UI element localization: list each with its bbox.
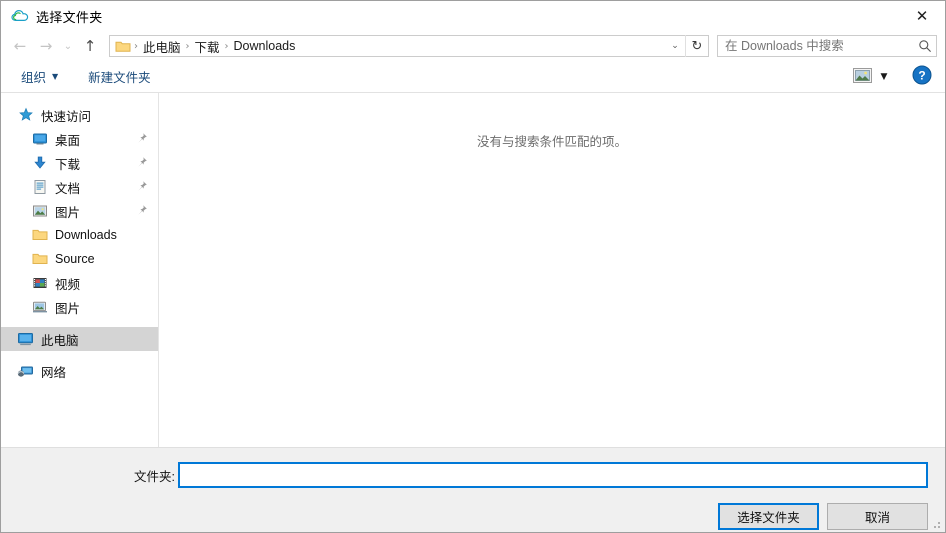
desktop-icon [31,131,48,148]
address-bar[interactable]: › 此电脑 › 下载 › Downloads ⌄ ↻ [109,35,709,57]
chevron-down-icon: ⌄ [671,41,679,51]
up-button[interactable]: ↑ [77,34,103,58]
close-icon: ✕ [915,6,929,25]
help-button[interactable]: ? [911,65,933,88]
sidebar-separator [1,319,158,327]
close-button[interactable]: ✕ [899,1,945,31]
cloud-icon [11,7,29,25]
window-title: 选择文件夹 [36,9,103,25]
folder-icon [31,227,48,244]
pin-icon[interactable] [135,131,149,145]
folder-field-row: 文件夹: [1,462,928,488]
chevron-down-icon: ▼ [52,72,59,81]
search-box[interactable] [717,35,937,57]
chevron-down-icon: ▼ [880,71,888,82]
file-list-pane[interactable]: 没有与搜索条件匹配的项。 [159,93,945,447]
sidebar-item-documents[interactable]: 文档 [1,175,158,199]
dialog-body: 快速访问 桌面 下载 文档 图片 Downloads Source 视频 图片 … [1,93,945,447]
organize-button[interactable]: 组织 ▼ [15,64,64,89]
view-options-button[interactable]: ▼ [875,66,893,88]
refresh-button[interactable]: ↻ [685,35,708,57]
sidebar-item-label: 此电脑 [41,333,79,348]
sidebar-item-pictures[interactable]: 图片 [1,199,158,223]
forward-button[interactable]: → [33,34,59,58]
sidebar-item-label: 图片 [55,205,81,220]
up-arrow-icon: ↑ [83,37,97,55]
sidebar-item-quick-access[interactable]: 快速访问 [1,103,158,127]
sidebar-item-downloads-folder[interactable]: Downloads [1,223,158,247]
folder-field-label: 文件夹: [134,469,175,484]
new-folder-button[interactable]: 新建文件夹 [82,64,157,89]
forward-arrow-icon: → [39,37,53,55]
sidebar-item-desktop[interactable]: 桌面 [1,127,158,151]
sidebar-item-network[interactable]: 网络 [1,359,158,383]
sidebar-item-label: 视频 [55,277,81,292]
sidebar-item-label: 下载 [55,157,81,172]
dialog-footer: 文件夹: 选择文件夹 取消 [1,447,945,532]
svg-text:?: ? [918,69,925,83]
download-icon [31,155,48,172]
back-arrow-icon: ← [13,37,27,55]
sidebar-item-label: 网络 [41,365,67,380]
sidebar-separator [1,351,158,359]
search-input[interactable] [718,39,914,53]
breadcrumb-item-1[interactable]: 下载 [191,36,224,57]
sidebar-item-label: 桌面 [55,133,81,148]
title-bar: 选择文件夹 ✕ [1,1,945,31]
change-view-button[interactable] [849,66,875,88]
breadcrumb-item-2[interactable]: Downloads [230,38,300,54]
star-icon [17,107,34,124]
sidebar-item-pictures-library[interactable]: 图片 [1,295,158,319]
cancel-button[interactable]: 取消 [827,503,928,530]
sidebar-item-this-pc[interactable]: 此电脑 [1,327,158,351]
address-history-button[interactable]: ⌄ [665,36,685,56]
new-folder-label: 新建文件夹 [88,71,151,85]
sidebar-item-label: Downloads [55,228,117,242]
empty-state-message: 没有与搜索条件匹配的项。 [476,135,627,149]
recent-locations-button[interactable]: ⌄ [59,34,77,58]
select-folder-button[interactable]: 选择文件夹 [718,503,819,530]
back-button[interactable]: ← [7,34,33,58]
search-icon [914,39,936,53]
breadcrumb-item-0[interactable]: 此电脑 [139,36,185,57]
footer-buttons: 选择文件夹 取消 [718,503,928,530]
navigation-bar: ← → ⌄ ↑ › 此电脑 › 下载 › Downloads ⌄ ↻ 在 Dow… [1,31,945,61]
sidebar-item-videos[interactable]: 视频 [1,271,158,295]
sidebar-item-label: 文档 [55,181,81,196]
resize-grip[interactable] [930,518,942,530]
sidebar-item-source-folder[interactable]: Source [1,247,158,271]
sidebar-item-label: 图片 [55,301,81,316]
sidebar-item-downloads[interactable]: 下载 [1,151,158,175]
folder-icon [31,251,48,268]
breadcrumb: › 此电脑 › 下载 › Downloads [110,36,665,57]
select-folder-dialog: 选择文件夹 ✕ ← → ⌄ ↑ › 此电脑 › 下载 › Downloads ⌄… [0,0,946,533]
document-icon [31,179,48,196]
help-icon: ? [912,65,932,88]
sidebar-item-label: 快速访问 [41,109,92,124]
pictures-icon [31,203,48,220]
pin-icon[interactable] [135,155,149,169]
video-icon [31,275,48,292]
organize-label: 组织 [21,71,47,85]
photo-monitor-icon [31,299,48,316]
folder-input[interactable] [178,462,928,488]
pin-icon[interactable] [135,179,149,193]
pin-icon[interactable] [135,203,149,217]
view-thumbnail-icon [852,67,872,86]
navigation-pane: 快速访问 桌面 下载 文档 图片 Downloads Source 视频 图片 … [1,93,159,447]
network-icon [17,363,34,380]
command-toolbar: 组织 ▼ 新建文件夹 ▼ ? [1,61,945,93]
refresh-icon: ↻ [691,38,703,54]
chevron-down-icon: ⌄ [63,40,73,52]
folder-icon [115,39,131,53]
this-pc-icon [17,331,34,348]
sidebar-item-label: Source [55,252,95,266]
